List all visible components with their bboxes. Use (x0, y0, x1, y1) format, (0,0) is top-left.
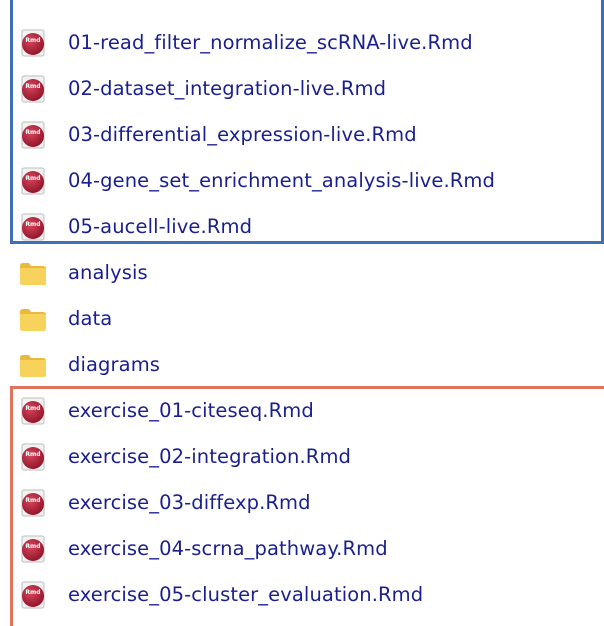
svg-text:Rmd: Rmd (25, 543, 40, 550)
svg-text:Rmd: Rmd (25, 221, 40, 228)
rmd-file-icon: Rmd (18, 442, 48, 472)
file-row-04-gene-set-enrichment[interactable]: Rmd 04-gene_set_enrichment_analysis-live… (0, 158, 604, 204)
rmd-file-icon: Rmd (18, 396, 48, 426)
rmd-file-icon: Rmd (18, 74, 48, 104)
rmd-file-icon: Rmd (18, 580, 48, 610)
file-row-exercise-02[interactable]: Rmd exercise_02-integration.Rmd (0, 434, 604, 480)
folder-icon (18, 304, 48, 334)
file-row-01-read-filter-normalize[interactable]: Rmd 01-read_filter_normalize_scRNA-live.… (0, 20, 604, 66)
file-name: 05-aucell-live.Rmd (68, 215, 253, 238)
svg-text:Rmd: Rmd (25, 405, 40, 412)
file-name: exercise_04-scrna_pathway.Rmd (68, 537, 388, 560)
file-row-exercise-01[interactable]: Rmd exercise_01-citeseq.Rmd (0, 388, 604, 434)
file-row-exercise-05[interactable]: Rmd exercise_05-cluster_evaluation.Rmd (0, 572, 604, 618)
folder-icon (18, 350, 48, 380)
svg-text:Rmd: Rmd (25, 589, 40, 596)
rmd-file-icon: Rmd (18, 166, 48, 196)
svg-text:Rmd: Rmd (25, 83, 40, 90)
folder-row-diagrams[interactable]: diagrams (0, 342, 604, 388)
file-row-exercise-04[interactable]: Rmd exercise_04-scrna_pathway.Rmd (0, 526, 604, 572)
file-name: 01-read_filter_normalize_scRNA-live.Rmd (68, 31, 473, 54)
file-name: 03-differential_expression-live.Rmd (68, 123, 417, 146)
rmd-file-icon: Rmd (18, 28, 48, 58)
svg-text:Rmd: Rmd (25, 129, 40, 136)
rmd-file-icon: Rmd (18, 212, 48, 242)
file-name: exercise_03-diffexp.Rmd (68, 491, 311, 514)
rmd-file-icon: Rmd (18, 534, 48, 564)
svg-text:Rmd: Rmd (25, 451, 40, 458)
folder-name: data (68, 307, 113, 330)
file-row-02-dataset-integration[interactable]: Rmd 02-dataset_integration-live.Rmd (0, 66, 604, 112)
file-name: exercise_01-citeseq.Rmd (68, 399, 314, 422)
rmd-file-icon: Rmd (18, 120, 48, 150)
svg-text:Rmd: Rmd (25, 37, 40, 44)
file-list: Rmd 01-read_filter_normalize_scRNA-live.… (0, 0, 604, 626)
folder-name: diagrams (68, 353, 161, 376)
file-row-exercise-03[interactable]: Rmd exercise_03-diffexp.Rmd (0, 480, 604, 526)
rmd-file-icon: Rmd (18, 488, 48, 518)
file-name: exercise_05-cluster_evaluation.Rmd (68, 583, 424, 606)
file-name: exercise_02-integration.Rmd (68, 445, 352, 468)
file-name: 02-dataset_integration-live.Rmd (68, 77, 387, 100)
folder-name: analysis (68, 261, 148, 284)
svg-text:Rmd: Rmd (25, 175, 40, 182)
folder-row-data[interactable]: data (0, 296, 604, 342)
folder-row-analysis[interactable]: analysis (0, 250, 604, 296)
folder-icon (18, 258, 48, 288)
file-row-03-differential-expression[interactable]: Rmd 03-differential_expression-live.Rmd (0, 112, 604, 158)
svg-text:Rmd: Rmd (25, 497, 40, 504)
file-row-05-aucell[interactable]: Rmd 05-aucell-live.Rmd (0, 204, 604, 250)
file-name: 04-gene_set_enrichment_analysis-live.Rmd (68, 169, 495, 192)
